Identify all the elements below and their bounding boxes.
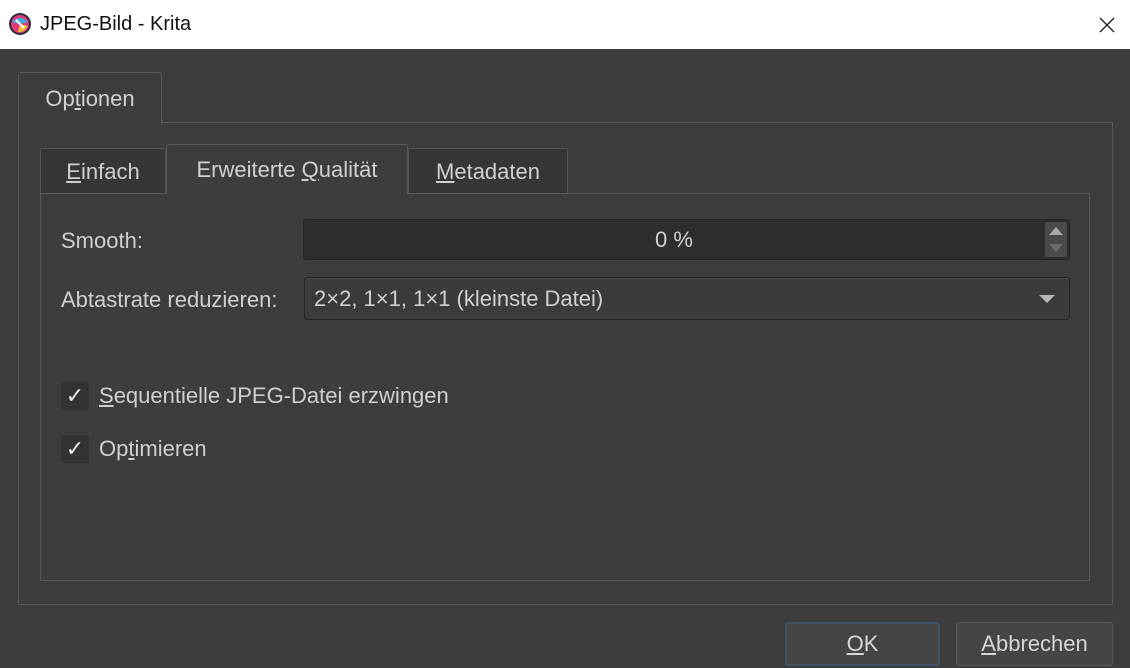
spin-down-icon[interactable]: [1049, 244, 1063, 252]
smooth-value: 0 %: [655, 226, 693, 252]
smooth-spinbox[interactable]: 0 %: [303, 219, 1070, 260]
optimize-label: Optimieren: [99, 436, 207, 461]
ok-button[interactable]: OK: [785, 622, 940, 666]
tab-metadaten-label: Metadaten: [436, 158, 540, 184]
tab-erweiterte-qualitaet-label: Erweiterte Qualität: [196, 157, 378, 182]
tab-erweiterte-qualitaet[interactable]: Erweiterte Qualität: [166, 144, 408, 195]
smooth-label: Smooth:: [61, 228, 143, 253]
optimize-checkbox[interactable]: ✓: [61, 435, 89, 463]
subsampling-dropdown[interactable]: 2×2, 1×1, 1×1 (kleinste Datei): [304, 277, 1070, 320]
sequential-jpeg-label: Sequentielle JPEG-Datei erzwingen: [99, 383, 449, 408]
tab-einfach[interactable]: Einfach: [40, 148, 166, 194]
window-titlebar: JPEG-Bild - Krita: [0, 0, 1130, 49]
tab-metadaten[interactable]: Metadaten: [408, 148, 568, 194]
sequential-jpeg-checkbox[interactable]: ✓: [61, 382, 89, 410]
tab-optionen-label: Optionen: [45, 85, 135, 111]
cancel-button-label: Abbrechen: [981, 631, 1088, 656]
subsampling-selected: 2×2, 1×1, 1×1 (kleinste Datei): [314, 286, 604, 311]
cancel-button[interactable]: Abbrechen: [956, 622, 1113, 666]
window-title: JPEG-Bild - Krita: [40, 13, 192, 35]
krita-app-icon: [8, 12, 32, 36]
tab-optionen[interactable]: Optionen: [18, 72, 162, 124]
subsampling-label: Abtastrate reduzieren:: [61, 287, 278, 312]
chevron-down-icon: [1039, 295, 1055, 303]
spin-buttons[interactable]: [1045, 222, 1067, 257]
close-icon[interactable]: [1084, 0, 1130, 49]
spin-up-icon[interactable]: [1049, 227, 1063, 235]
tab-einfach-label: Einfach: [66, 158, 140, 184]
ok-button-label: OK: [846, 631, 879, 656]
